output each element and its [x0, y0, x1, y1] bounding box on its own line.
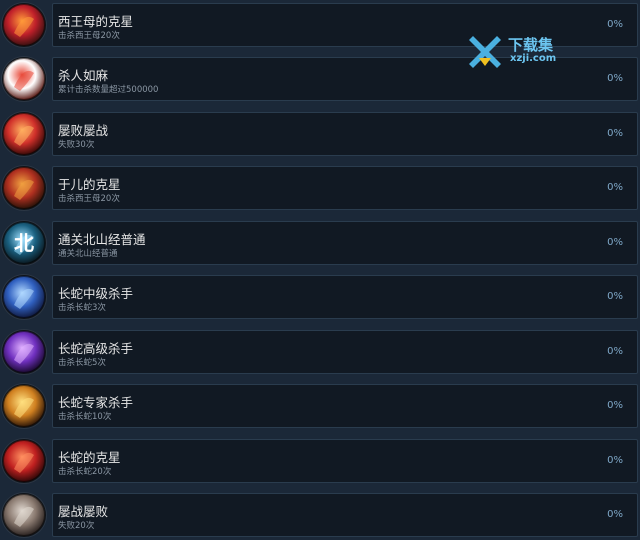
achievement-row[interactable]: 长蛇的克星击杀长蛇20次 0%	[0, 436, 640, 486]
achievement-description: 失败30次	[58, 140, 95, 150]
watermark-title: 下载集	[508, 36, 554, 54]
achievement-card[interactable]: 屡败屡战失败30次 0%	[52, 112, 638, 156]
achievement-title: 杀人如麻	[58, 68, 109, 83]
achievement-title: 屡战屡败	[58, 504, 109, 519]
achievement-card[interactable]: 长蛇专家杀手击杀长蛇10次 0%	[52, 384, 638, 428]
achievement-card[interactable]: 屡战屡败失败20次 0%	[52, 493, 638, 537]
achievement-row[interactable]: 屡败屡战失败30次 0%	[0, 109, 640, 159]
achievement-progress: 0%	[607, 346, 623, 357]
achievement-row[interactable]: 于儿的克星击杀西王母20次 0%	[0, 163, 640, 213]
achievement-card[interactable]: 长蛇中级杀手击杀长蛇3次 0%	[52, 275, 638, 319]
achievement-description: 击杀长蛇10次	[58, 412, 112, 422]
achievement-row[interactable]: 北通关北山经普通 通关北山经普通 0%	[0, 218, 640, 268]
achievement-description: 击杀长蛇5次	[58, 358, 106, 368]
achievement-card[interactable]: 长蛇高级杀手击杀长蛇5次 0%	[52, 330, 638, 374]
achievement-progress: 0%	[607, 19, 623, 30]
achievement-title: 于儿的克星	[58, 177, 121, 192]
watermark-subtitle: xzji.com	[510, 53, 557, 64]
achievement-progress: 0%	[607, 73, 623, 84]
defeat-grey-icon	[2, 493, 46, 537]
achievement-description: 失败20次	[58, 521, 95, 531]
achievement-description: 击杀长蛇20次	[58, 467, 112, 477]
achievement-title: 屡败屡战	[58, 123, 109, 138]
achievement-title: 西王母的克星	[58, 14, 134, 29]
achievement-description: 累计击杀数量超过500000	[58, 85, 159, 95]
achievement-row[interactable]: 长蛇中级杀手击杀长蛇3次 0%	[0, 272, 640, 322]
achievement-title: 长蛇中级杀手	[58, 286, 134, 301]
achievement-card[interactable]: 长蛇的克星击杀长蛇20次 0%	[52, 439, 638, 483]
achievement-description: 击杀西王母20次	[58, 31, 120, 41]
serpent-gold-icon	[2, 384, 46, 428]
fire-demon-icon	[2, 3, 46, 47]
achievement-title: 通关北山经普通	[58, 232, 146, 247]
watermark: 下载集 xzji.com	[465, 34, 575, 70]
svg-text:北: 北	[14, 231, 34, 255]
achievement-progress: 0%	[607, 400, 623, 411]
achievement-description: 击杀长蛇3次	[58, 303, 106, 313]
achievement-card[interactable]: 于儿的克星击杀西王母20次 0%	[52, 166, 638, 210]
achievement-list: 西王母的克星 击杀西王母20次 0% 杀人如麻 累计击杀数量超过500000 0% 屡败屡战…	[0, 0, 640, 537]
achievement-progress: 0%	[607, 455, 623, 466]
achievement-title: 长蛇专家杀手	[58, 395, 134, 410]
download-arrow-logo	[469, 36, 501, 68]
achievement-description: 通关北山经普通	[58, 249, 118, 259]
blade-red-icon	[2, 57, 46, 101]
achievement-progress: 0%	[607, 237, 623, 248]
achievement-row[interactable]: 长蛇高级杀手击杀长蛇5次 0%	[0, 327, 640, 377]
achievement-progress: 0%	[607, 509, 623, 520]
serpent-blue-icon	[2, 275, 46, 319]
defeat-red-icon	[2, 112, 46, 156]
achievement-progress: 0%	[607, 128, 623, 139]
achievement-progress: 0%	[607, 291, 623, 302]
achievement-card[interactable]: 通关北山经普通 通关北山经普通 0%	[52, 221, 638, 265]
achievement-title: 长蛇的克星	[58, 450, 121, 465]
north-seal-icon: 北	[2, 221, 46, 265]
achievement-description: 击杀西王母20次	[58, 194, 120, 204]
serpent-red-icon	[2, 439, 46, 483]
serpent-purple-icon	[2, 330, 46, 374]
achievement-row[interactable]: 屡战屡败失败20次 0%	[0, 490, 640, 540]
achievement-progress: 0%	[607, 182, 623, 193]
achievement-row[interactable]: 长蛇专家杀手击杀长蛇10次 0%	[0, 381, 640, 431]
achievement-title: 长蛇高级杀手	[58, 341, 134, 356]
demon-statue-icon	[2, 166, 46, 210]
